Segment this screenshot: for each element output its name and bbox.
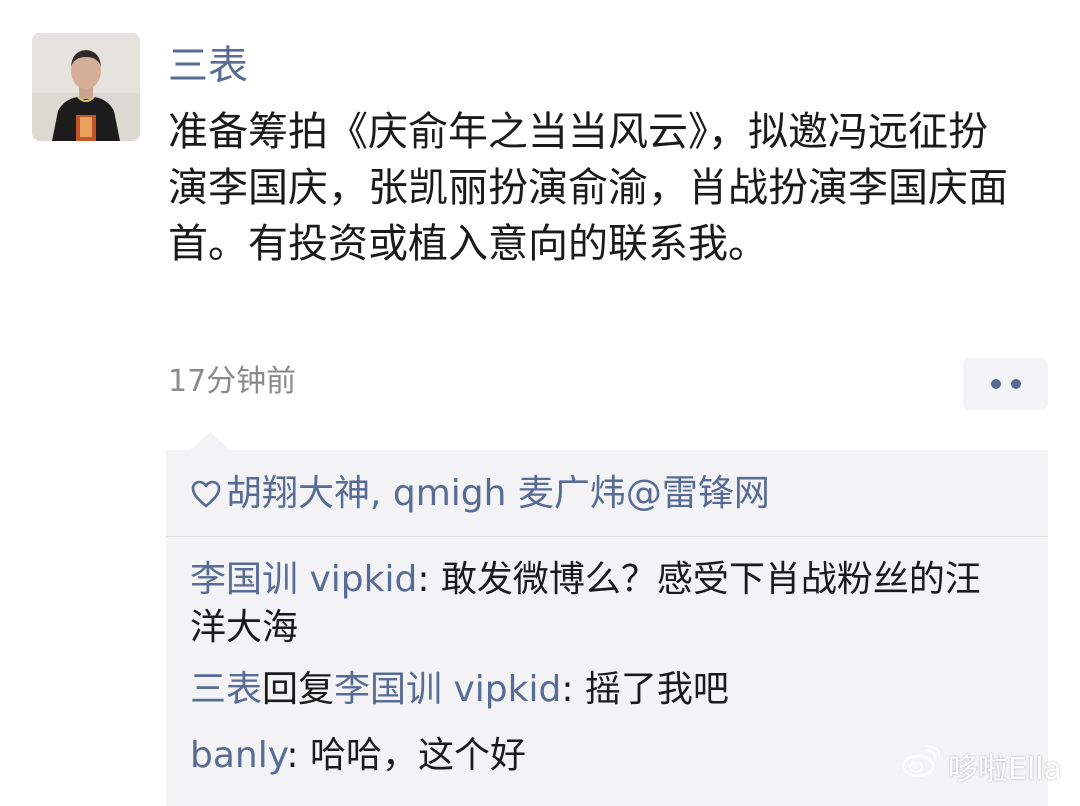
comment-reply-word: 回复 (262, 669, 335, 710)
post-author-name[interactable]: 三表 (168, 40, 248, 92)
comment-author[interactable]: 李国训 vipkid (190, 559, 417, 600)
avatar[interactable] (32, 33, 140, 141)
avatar-photo (32, 33, 140, 141)
likes-row: 胡翔大神, qmigh 麦广炜@雷锋网 (190, 470, 770, 522)
watermark: 哆啦Ella (900, 744, 1062, 788)
interaction-panel-caret (190, 432, 230, 450)
comment-item[interactable]: banly: 哈哈，这个好 (190, 732, 1010, 780)
heart-outline-icon (190, 474, 222, 522)
comment-item[interactable]: 三表回复李国训 vipkid: 摇了我吧 (190, 666, 1010, 714)
post-text: 准备筹拍《庆俞年之当当风云》，拟邀冯远征扮演李国庆，张凯丽扮演俞渝，肖战扮演李国… (168, 109, 1008, 267)
comment-text: 摇了我吧 (584, 669, 729, 710)
comment-text: 哈哈，这个好 (310, 735, 527, 776)
comment-separator: : (286, 735, 310, 776)
post-timestamp: 17分钟前 (168, 364, 297, 399)
more-dots-icon (990, 379, 1001, 389)
comment-reply-target[interactable]: 李国训 vipkid (334, 669, 561, 710)
weibo-logo-icon (900, 745, 941, 787)
comment-item[interactable]: 李国训 vipkid: 敢发微博么？感受下肖战粉丝的汪洋大海 (190, 556, 1010, 652)
divider (166, 536, 1048, 537)
more-dots-icon (1010, 379, 1021, 389)
comment-author[interactable]: 三表 (190, 669, 262, 710)
comment-separator: : (561, 669, 585, 710)
comment-author[interactable]: banly (190, 735, 286, 776)
moments-post: 三表 准备筹拍《庆俞年之当当风云》，拟邀冯远征扮演李国庆，张凯丽扮演俞渝，肖战扮… (0, 0, 1080, 806)
likes-names[interactable]: 胡翔大神, qmigh 麦广炜@雷锋网 (226, 473, 770, 514)
comment-separator: : (417, 559, 441, 600)
more-actions-button[interactable] (963, 358, 1048, 410)
watermark-text: 哆啦Ella (948, 752, 1063, 787)
